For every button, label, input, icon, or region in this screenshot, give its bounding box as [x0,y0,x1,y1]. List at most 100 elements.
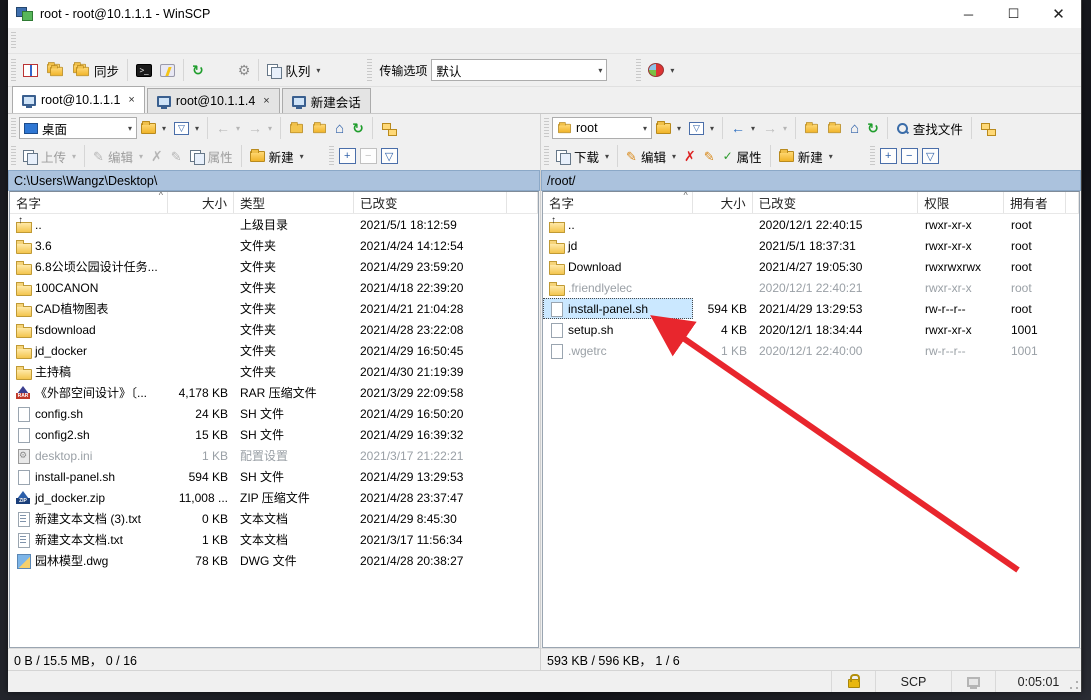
transfer-settings-handle[interactable] [636,59,641,81]
menu-item[interactable] [115,30,131,52]
file-row[interactable]: config2.sh 15 KB SH 文件 2021/4/29 16:39:3… [10,424,538,445]
select-files-button[interactable]: + [880,148,897,164]
file-row[interactable]: 园林模型.dwg 78 KB DWG 文件 2021/4/28 20:38:27 [10,550,538,571]
file-row[interactable]: fsdownload 文件夹 2021/4/28 23:22:08 [10,319,538,340]
column-header-name[interactable]: 名字^ [543,192,693,213]
local-forward-button[interactable]: →▾ [244,117,276,139]
remote-open-directory-button[interactable]: ▾ [652,119,685,138]
tab-close-icon[interactable]: × [128,94,134,106]
file-row[interactable]: install-panel.sh 594 KB SH 文件 2021/4/29 … [10,466,538,487]
drag-handle[interactable] [544,146,549,166]
file-row[interactable]: 主持稿 文件夹 2021/4/30 21:19:39 [10,361,538,382]
menu-item[interactable] [19,30,35,52]
protocol-segment[interactable]: SCP [875,671,951,692]
remote-refresh-button[interactable]: ↻ [863,118,883,139]
file-row[interactable]: CAD植物图表 文件夹 2021/4/21 21:04:28 [10,298,538,319]
file-row[interactable]: 3.6 文件夹 2021/4/24 14:12:54 [10,235,538,256]
local-filter-button[interactable]: ▽▾ [170,118,203,139]
menu-item[interactable] [51,30,67,52]
remote-properties-button[interactable]: ✓属性 [719,143,766,170]
file-row[interactable]: jd_docker.zip 11,008 ... ZIP 压缩文件 2021/4… [10,487,538,508]
local-path-bar[interactable]: C:\Users\Wangz\Desktop\ [8,170,540,191]
refresh-session-button[interactable]: ↻ [188,60,208,81]
menu-item[interactable] [67,30,83,52]
remote-tree-button[interactable] [976,118,1000,139]
remote-forward-button[interactable]: →▾ [759,117,791,139]
file-row[interactable]: .. 上级目录 2021/5/1 18:12:59 [10,214,538,235]
file-row[interactable]: jd 2021/5/1 18:37:31 rwxr-xr-x root [543,235,1079,256]
remote-root-directory-button[interactable] [823,119,846,138]
synchronize-button[interactable]: 同步 [68,57,123,84]
local-delete-button[interactable]: ✗ [147,146,167,167]
tab-close-icon[interactable]: × [263,95,269,107]
filter-files-button[interactable]: ▽ [922,148,939,164]
file-row[interactable]: 《外部空间设计》〔... 4,178 KB RAR 压缩文件 2021/3/29… [10,382,538,403]
file-row[interactable]: .friendlyelec 2020/12/1 22:40:21 rwxr-xr… [543,277,1079,298]
toolbar-drag-handle[interactable] [11,59,16,81]
unselect-files-button[interactable]: − [360,148,377,164]
local-root-directory-button[interactable] [308,119,331,138]
resize-grip[interactable] [1069,680,1079,690]
file-row[interactable]: install-panel.sh 594 KB 2021/4/29 13:29:… [543,298,1079,319]
menu-item[interactable] [131,30,147,52]
find-files-button[interactable]: 查找文件 [892,115,967,142]
remote-delete-button[interactable]: ✗ [680,146,700,167]
remote-parent-directory-button[interactable] [800,119,823,138]
file-row[interactable]: config.sh 24 KB SH 文件 2021/4/29 16:50:20 [10,403,538,424]
local-refresh-button[interactable]: ↻ [348,118,368,139]
minimize-button[interactable]: ─ [946,0,991,28]
file-row[interactable]: 新建文本文档 (3).txt 0 KB 文本文档 2021/4/29 8:45:… [10,508,538,529]
column-header-type[interactable]: 类型 [234,192,354,213]
drag-handle[interactable] [870,146,875,166]
column-header-size[interactable]: 大小 [693,192,753,213]
column-header-permissions[interactable]: 权限 [918,192,1004,213]
encryption-segment[interactable] [831,671,875,692]
remote-home-directory-button[interactable]: ⌂ [846,118,863,139]
remote-filter-button[interactable]: ▽▾ [685,118,718,139]
menu-item[interactable] [99,30,115,52]
connection-segment[interactable] [951,671,995,692]
file-row[interactable]: Download 2021/4/27 19:05:30 rwxrwxrwx ro… [543,256,1079,277]
column-header-size[interactable]: 大小 [168,192,234,213]
tab-session-1[interactable]: root@10.1.1.1 × [12,86,145,113]
menu-item[interactable] [83,30,99,52]
layout-button[interactable] [19,60,42,81]
tab-session-2[interactable]: root@10.1.1.4 × [147,88,280,113]
maximize-button[interactable]: ☐ [991,0,1036,28]
queue-button[interactable]: 队列▾ [263,57,324,84]
menu-drag-handle[interactable] [11,32,16,50]
drag-handle[interactable] [11,146,16,166]
transfer-settings-button[interactable]: ▾ [644,59,678,81]
remote-rename-button[interactable]: ✎ [700,146,719,167]
file-row[interactable]: setup.sh 4 KB 2020/12/1 18:34:44 rwxr-xr… [543,319,1079,340]
remote-edit-button[interactable]: ✎编辑▾ [622,143,680,170]
column-header-changed[interactable]: 已改变 [753,192,919,213]
file-row[interactable]: 6.8公顷公园设计任务... 文件夹 2021/4/29 23:59:20 [10,256,538,277]
upload-button[interactable]: 上传▾ [19,143,80,170]
transfer-toolbar-handle[interactable] [367,59,372,81]
file-row[interactable]: 新建文本文档.txt 1 KB 文本文档 2021/3/17 11:56:34 [10,529,538,550]
compare-directories-button[interactable] [42,59,68,81]
open-terminal-button[interactable] [156,60,179,81]
file-row[interactable]: .. 2020/12/1 22:40:15 rwxr-xr-x root [543,214,1079,235]
file-row[interactable]: desktop.ini 1 KB 配置设置 2021/3/17 21:22:21 [10,445,538,466]
local-new-button[interactable]: 新建▾ [246,143,308,170]
drag-handle[interactable] [544,118,549,138]
drag-handle[interactable] [329,146,334,166]
drag-handle[interactable] [11,118,16,138]
remote-back-button[interactable]: ←▾ [727,117,759,139]
local-back-button[interactable]: ←▾ [212,117,244,139]
local-rename-button[interactable]: ✎ [167,146,186,167]
download-button[interactable]: 下载▾ [552,143,613,170]
local-tree-button[interactable] [377,118,401,139]
column-header-changed[interactable]: 已改变 [354,192,507,213]
close-button[interactable]: ✕ [1036,0,1081,28]
open-console-button[interactable]: >_ [132,60,156,81]
tab-new-session[interactable]: 新建会话 [282,88,371,113]
preferences-button[interactable]: ⚙ [234,59,255,81]
remote-new-button[interactable]: 新建▾ [775,143,837,170]
file-row[interactable]: jd_docker 文件夹 2021/4/29 16:50:45 [10,340,538,361]
local-drive-combobox[interactable]: 桌面 ▾ [19,117,137,139]
local-parent-directory-button[interactable] [285,119,308,138]
unselect-files-button[interactable]: − [901,148,918,164]
